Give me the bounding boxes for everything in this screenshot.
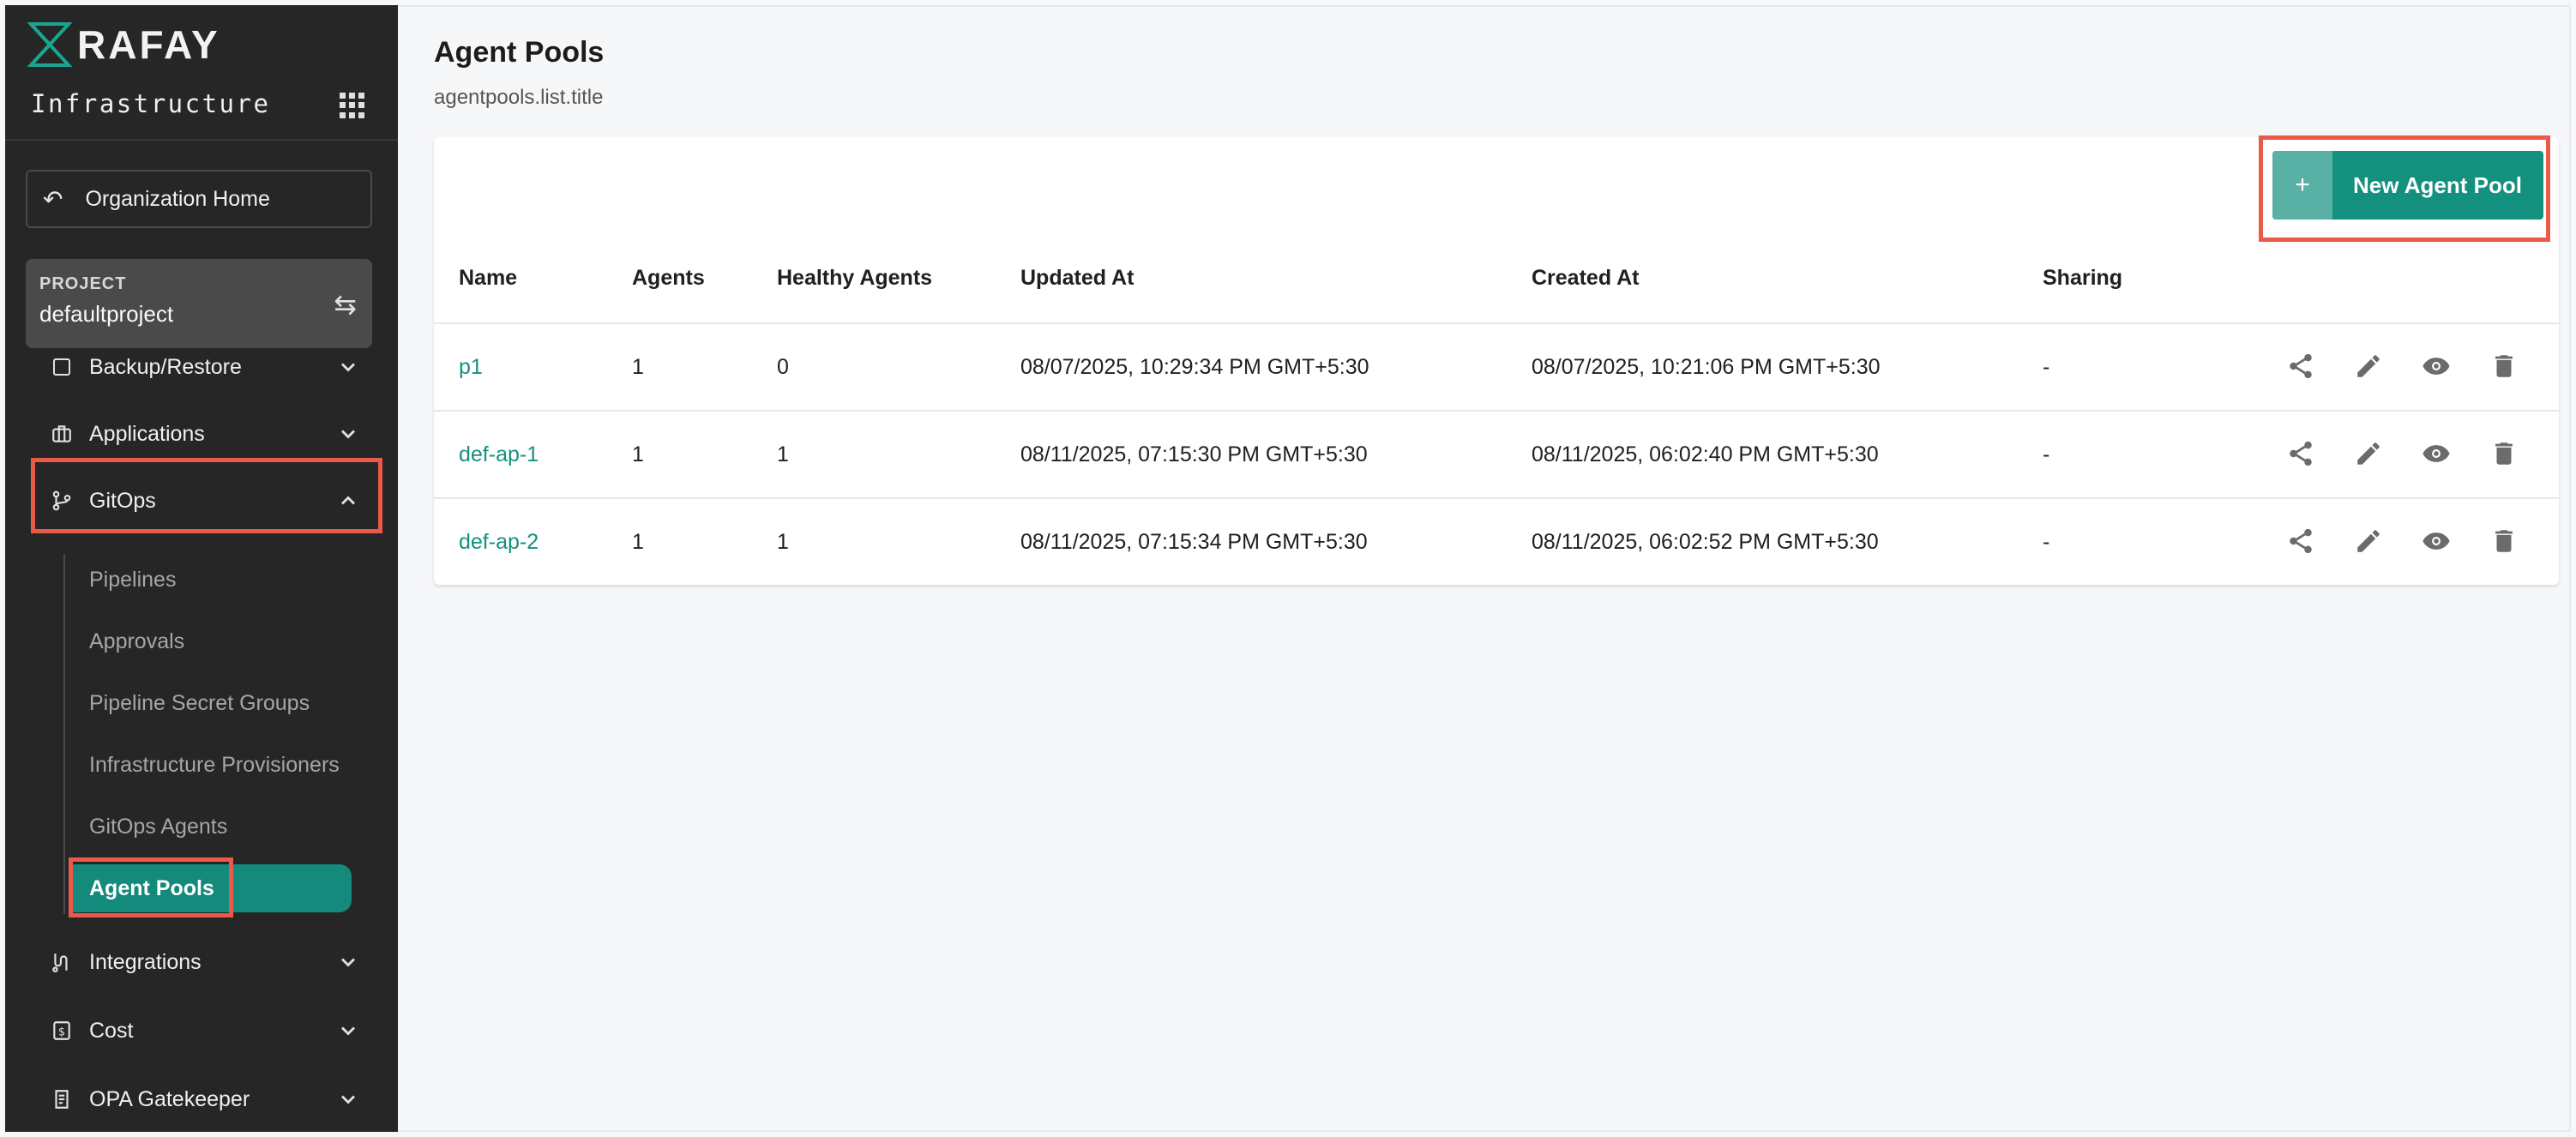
view-icon[interactable] — [2422, 439, 2451, 468]
sidebar-item-label: Applications — [89, 421, 205, 446]
policy-document-icon — [50, 1087, 74, 1111]
cell-name[interactable]: def-ap-1 — [459, 442, 539, 467]
edit-icon[interactable] — [2354, 526, 2383, 556]
brand[interactable]: RAFAY — [27, 21, 220, 69]
cell-created-at: 08/07/2025, 10:21:06 PM GMT+5:30 — [1532, 355, 1881, 379]
column-header-sharing[interactable]: Sharing — [2043, 266, 2122, 291]
highlight-agent-pools — [69, 857, 233, 917]
share-icon[interactable] — [2286, 526, 2315, 556]
cell-healthy-agents: 1 — [777, 442, 789, 466]
cell-updated-at: 08/11/2025, 07:15:34 PM GMT+5:30 — [1020, 530, 1368, 554]
delete-icon[interactable] — [2489, 439, 2519, 468]
chevron-down-icon — [340, 430, 356, 439]
table-row-divider — [434, 410, 2559, 412]
edit-icon[interactable] — [2354, 352, 2383, 381]
cell-agents: 1 — [632, 355, 644, 379]
project-selector-overlay[interactable]: PROJECT defaultproject ⇆ — [26, 259, 372, 348]
cell-sharing: - — [2043, 442, 2050, 466]
svg-text:$: $ — [58, 1026, 65, 1038]
sidebar-subitem-gitops-agents[interactable]: GitOps Agents — [89, 815, 227, 839]
cell-name[interactable]: p1 — [459, 355, 483, 380]
sidebar-item-label: OPA Gatekeeper — [89, 1086, 250, 1111]
sidebar-subitem-pipelines[interactable]: Pipelines — [89, 568, 176, 593]
briefcase-icon — [50, 422, 74, 446]
submenu-guide-line — [63, 554, 65, 914]
share-icon[interactable] — [2286, 352, 2315, 381]
sidebar-item-backup-restore[interactable]: Backup/Restore — [26, 341, 372, 393]
highlight-gitops — [31, 458, 382, 533]
page-title: Agent Pools — [434, 36, 605, 69]
cell-agents: 1 — [632, 442, 644, 466]
cell-created-at: 08/11/2025, 06:02:40 PM GMT+5:30 — [1532, 442, 1879, 466]
sidebar-divider — [5, 139, 398, 141]
column-header-healthy-agents[interactable]: Healthy Agents — [777, 266, 932, 291]
delete-icon[interactable] — [2489, 352, 2519, 381]
sidebar-item-opa-gatekeeper[interactable]: OPA Gatekeeper — [26, 1074, 372, 1125]
app-title: Infrastructure — [31, 89, 271, 118]
sidebar-item-integrations[interactable]: Integrations — [26, 936, 372, 988]
highlight-new-agent-pool — [2259, 135, 2550, 242]
sidebar-item-cost[interactable]: $ Cost — [26, 1005, 372, 1056]
dollar-doc-icon: $ — [50, 1019, 74, 1043]
back-arrow-icon: ↶ — [43, 185, 63, 213]
sidebar-subitem-infrastructure-provisioners[interactable]: Infrastructure Provisioners — [89, 753, 340, 778]
cell-updated-at: 08/11/2025, 07:15:30 PM GMT+5:30 — [1020, 442, 1368, 466]
column-header-name[interactable]: Name — [459, 266, 517, 291]
page-subtitle: agentpools.list.title — [434, 86, 604, 109]
rafay-logo-icon — [27, 22, 72, 67]
cell-name[interactable]: def-ap-2 — [459, 530, 539, 555]
backup-icon — [50, 355, 74, 379]
sidebar-item-label: Cost — [89, 1018, 134, 1043]
app-switcher-grid-icon[interactable] — [340, 93, 365, 118]
column-header-agents[interactable]: Agents — [632, 266, 705, 291]
chevron-down-icon — [340, 1026, 356, 1036]
sidebar: RAFAY Infrastructure ↶ Organization Home… — [5, 5, 398, 1132]
view-icon[interactable] — [2422, 352, 2451, 381]
table-header-divider — [434, 322, 2559, 324]
project-name: defaultproject — [39, 301, 174, 327]
brand-name: RAFAY — [77, 22, 220, 67]
sidebar-item-label: Backup/Restore — [89, 354, 242, 379]
edit-icon[interactable] — [2354, 439, 2383, 468]
view-icon[interactable] — [2422, 526, 2451, 556]
cell-agents: 1 — [632, 530, 644, 554]
sidebar-item-applications[interactable]: Applications — [26, 408, 372, 460]
agent-pools-card — [434, 137, 2559, 585]
cell-sharing: - — [2043, 355, 2050, 379]
sidebar-item-label: Integrations — [89, 949, 202, 974]
integrations-icon — [50, 950, 74, 974]
cell-sharing: - — [2043, 530, 2050, 554]
delete-icon[interactable] — [2489, 526, 2519, 556]
organization-home-button[interactable]: ↶ Organization Home — [26, 170, 372, 228]
swap-icon: ⇆ — [334, 289, 357, 320]
sidebar-subitem-approvals[interactable]: Approvals — [89, 629, 184, 654]
cell-healthy-agents: 1 — [777, 530, 789, 554]
chevron-down-icon — [340, 363, 356, 372]
cell-updated-at: 08/07/2025, 10:29:34 PM GMT+5:30 — [1020, 355, 1369, 379]
cell-created-at: 08/11/2025, 06:02:52 PM GMT+5:30 — [1532, 530, 1879, 554]
chevron-down-icon — [340, 1095, 356, 1104]
chevron-down-icon — [340, 958, 356, 967]
project-label: PROJECT — [39, 274, 127, 293]
sidebar-subitem-pipeline-secret-groups[interactable]: Pipeline Secret Groups — [89, 691, 310, 716]
table-row-divider — [434, 497, 2559, 499]
cell-healthy-agents: 0 — [777, 355, 789, 379]
column-header-updated-at[interactable]: Updated At — [1020, 266, 1134, 291]
share-icon[interactable] — [2286, 439, 2315, 468]
column-header-created-at[interactable]: Created At — [1532, 266, 1640, 291]
organization-home-label: Organization Home — [85, 186, 270, 211]
